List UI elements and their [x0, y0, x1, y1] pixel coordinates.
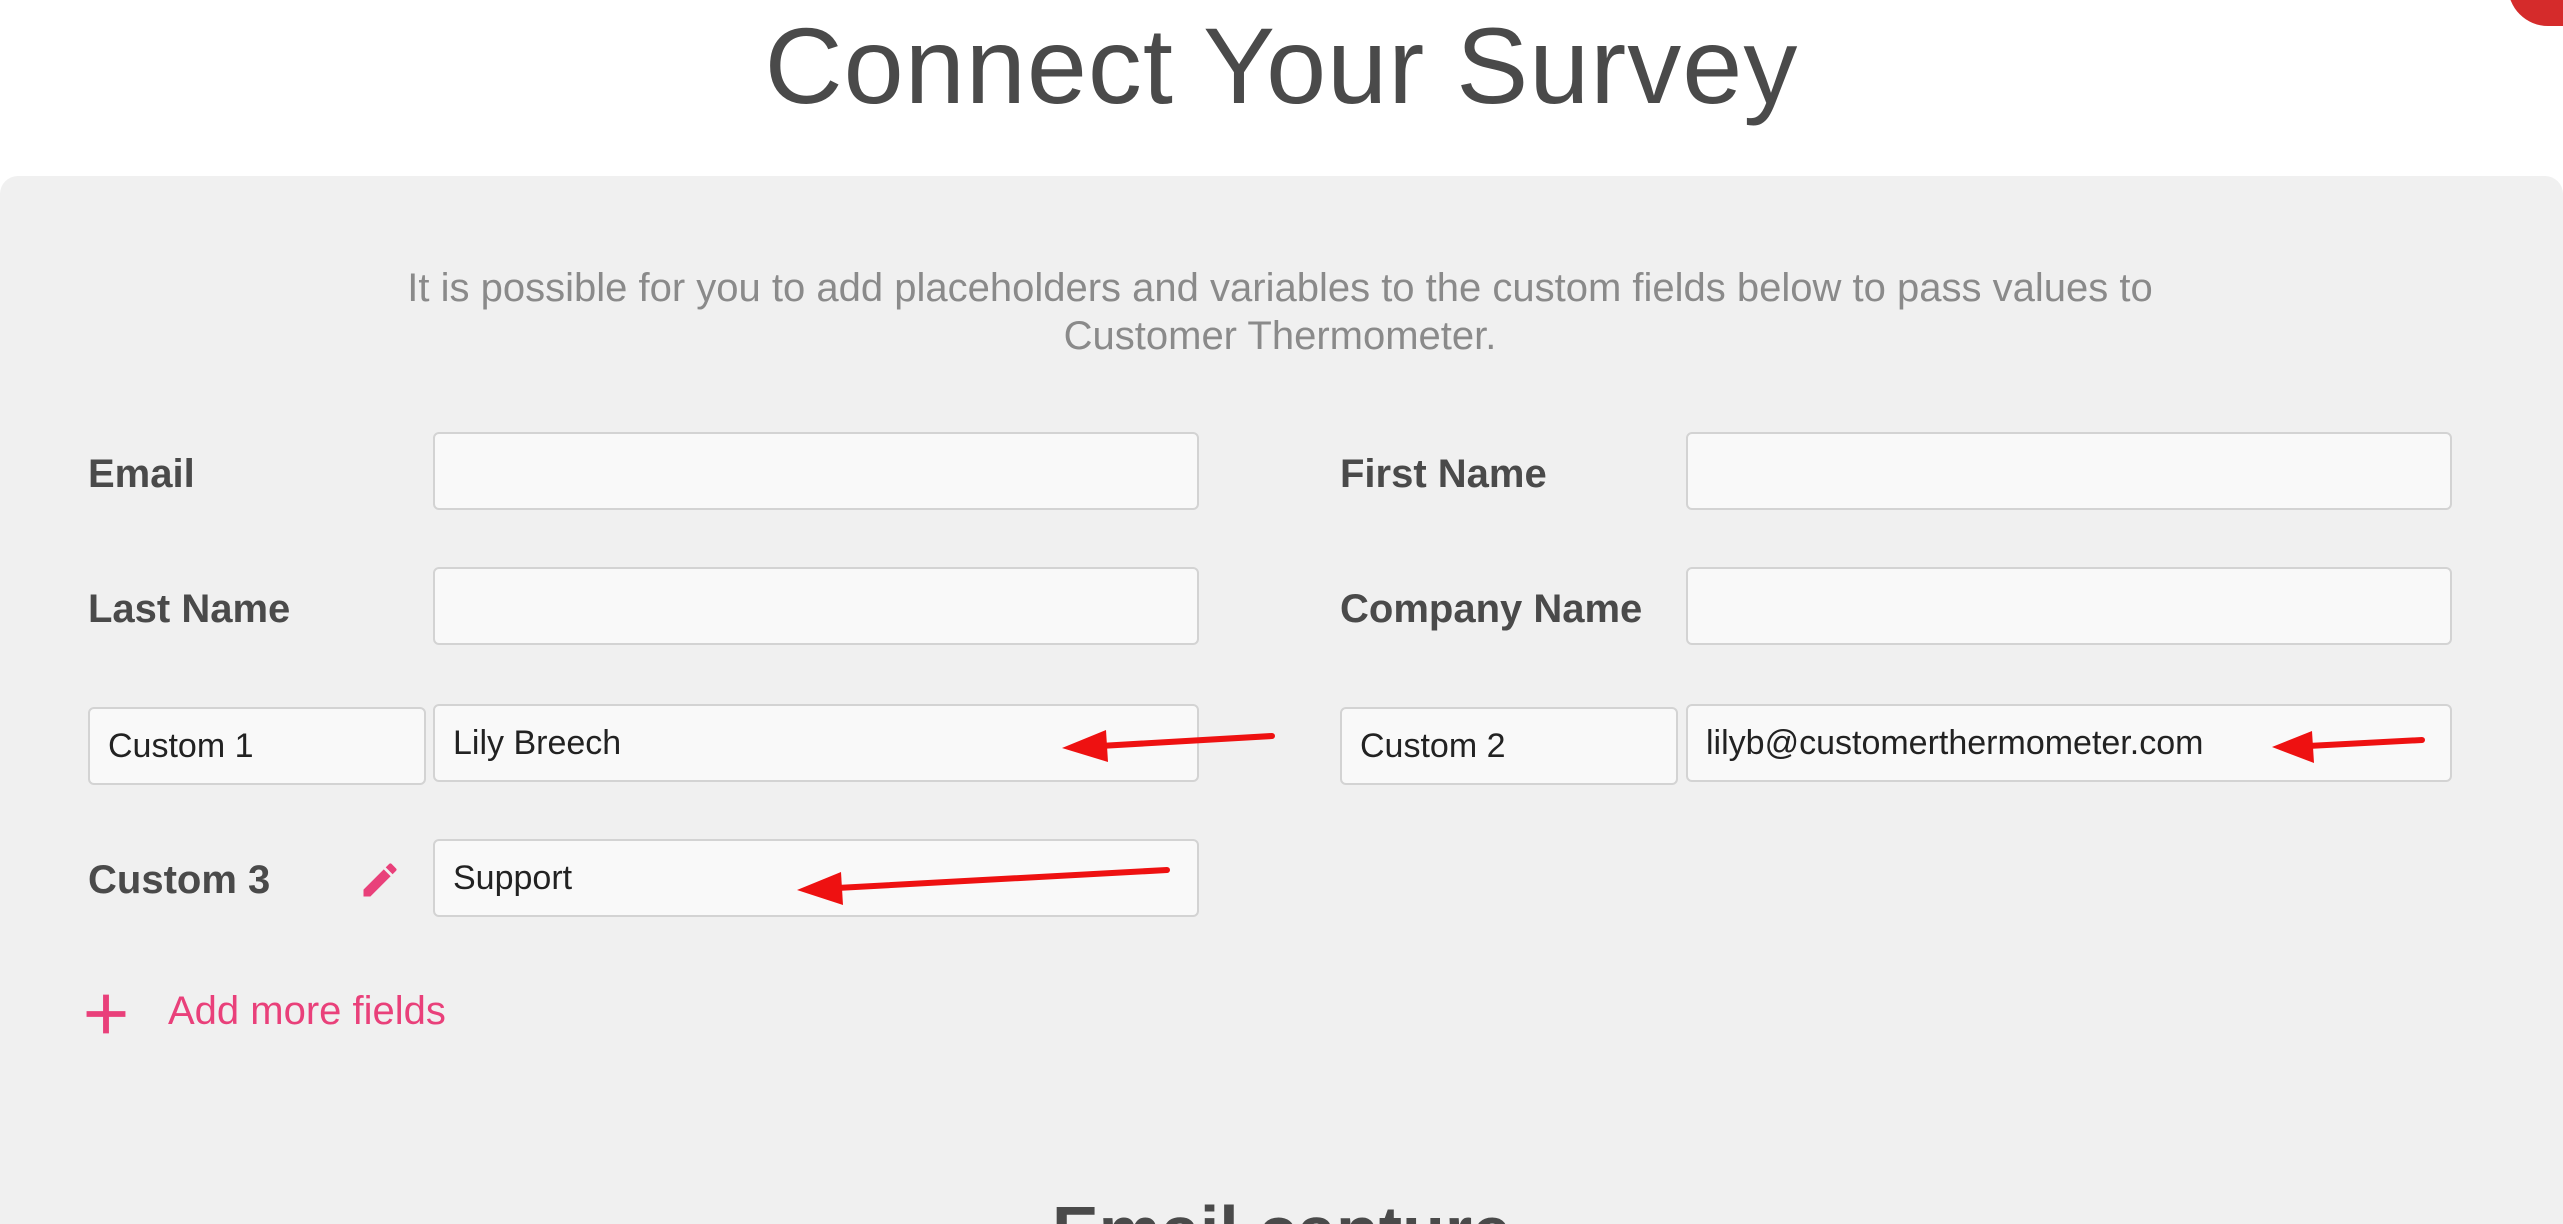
- email-field[interactable]: [433, 432, 1199, 510]
- custom-2-name-input[interactable]: [1340, 707, 1678, 785]
- add-more-fields-button[interactable]: Add more fields: [84, 986, 446, 1036]
- last-name-label: Last Name: [88, 587, 291, 631]
- red-arrow-icon: [797, 867, 1170, 905]
- company-name-field[interactable]: [1686, 567, 2452, 645]
- custom-3-label: Custom 3: [88, 858, 271, 902]
- intro-text: It is possible for you to add placeholde…: [407, 266, 2153, 358]
- email-capture-heading: Email capture: [0, 1186, 2563, 1224]
- page-title: Connect Your Survey: [764, 5, 1799, 126]
- add-more-fields-label: Add more fields: [168, 989, 446, 1033]
- last-name-field[interactable]: [433, 567, 1199, 645]
- red-arrow-icon: [2272, 731, 2425, 763]
- custom-1-name-input[interactable]: [88, 707, 426, 785]
- page: Connect Your Survey It is possible for y…: [0, 0, 2563, 1224]
- email-label: Email: [88, 452, 195, 496]
- plus-icon: [86, 994, 126, 1034]
- company-name-label: Company Name: [1340, 587, 1643, 631]
- red-arrow-icon: [1062, 730, 1275, 762]
- first-name-field[interactable]: [1686, 432, 2452, 510]
- pencil-icon[interactable]: [358, 858, 402, 902]
- first-name-label: First Name: [1340, 452, 1547, 496]
